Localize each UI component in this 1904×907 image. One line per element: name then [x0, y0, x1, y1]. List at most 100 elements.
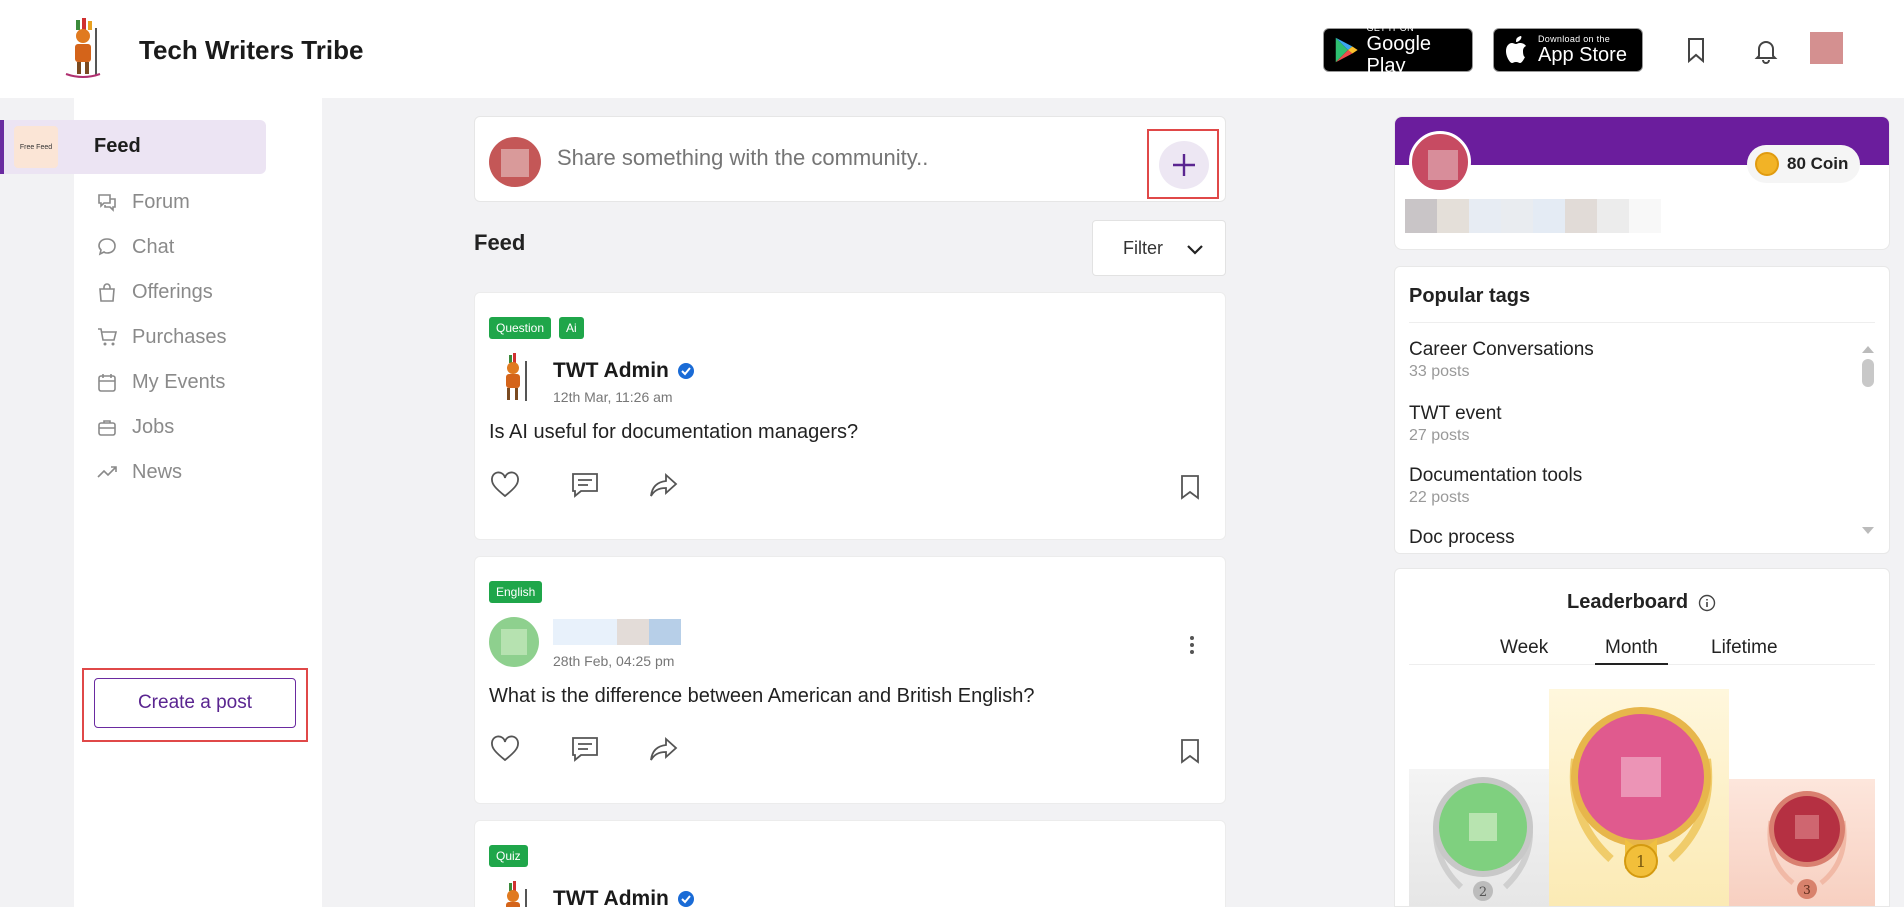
coin-count: 80 Coin: [1787, 154, 1849, 173]
tag-name: Career Conversations: [1409, 339, 1594, 360]
post-text[interactable]: Is AI useful for documentation managers?: [489, 421, 858, 444]
coin-badge[interactable]: 80 Coin: [1747, 145, 1861, 183]
sidebar-item-label: Offerings: [132, 280, 213, 303]
post-author[interactable]: TWT Admin: [553, 359, 695, 383]
share-input[interactable]: [557, 145, 1117, 171]
scrollbar-thumb[interactable]: [1862, 359, 1874, 387]
add-post-highlight: [1147, 129, 1219, 199]
filter-dropdown[interactable]: Filter: [1092, 220, 1226, 276]
chevron-down-icon: [1187, 245, 1203, 255]
popular-tags-title: Popular tags: [1409, 285, 1531, 307]
tag-name: Documentation tools: [1409, 465, 1583, 486]
sidebar-item-purchases[interactable]: Purchases: [96, 322, 227, 352]
popular-tag-item[interactable]: TWT event 27 posts: [1409, 403, 1502, 445]
post-author[interactable]: TWT Admin: [553, 887, 695, 907]
sidebar-item-forum[interactable]: Forum: [96, 187, 190, 217]
sidebar-item-label: News: [132, 460, 183, 483]
post-tags: Quiz: [489, 845, 536, 867]
sidebar-item-feed[interactable]: Free Feed Feed: [0, 120, 266, 174]
filter-label: Filter: [1123, 237, 1163, 258]
coin-icon: [1755, 152, 1779, 176]
bell-icon[interactable]: [1751, 35, 1781, 65]
third-place-medal[interactable]: 3: [1757, 781, 1857, 907]
cart-icon: [98, 328, 118, 346]
app-store-small: Download on the: [1538, 34, 1611, 44]
bag-icon: [99, 283, 115, 302]
popular-tag-item[interactable]: Doc process: [1409, 527, 1515, 549]
admin-avatar[interactable]: [489, 881, 539, 907]
brand-name[interactable]: Tech Writers Tribe: [139, 35, 363, 66]
comment-icon[interactable]: [569, 733, 601, 765]
info-icon[interactable]: [1698, 594, 1716, 612]
tag-badge[interactable]: Ai: [559, 317, 584, 339]
sidebar-item-my-events[interactable]: My Events: [96, 367, 225, 397]
sidebar-item-label: Chat: [132, 235, 175, 258]
tribe-logo-icon[interactable]: [62, 18, 104, 80]
feed-post[interactable]: Quiz TWT Admin: [474, 820, 1226, 907]
top-header: Tech Writers Tribe GET IT ON Google Play…: [0, 0, 1904, 98]
sidebar-item-label: Forum: [132, 190, 190, 213]
sidebar-item-offerings[interactable]: Offerings: [96, 277, 213, 307]
sidebar-item-jobs[interactable]: Jobs: [96, 412, 174, 442]
rank-number: 3: [1803, 883, 1811, 897]
sidebar-item-chat[interactable]: Chat: [96, 232, 174, 262]
tab-lifetime[interactable]: Lifetime: [1711, 637, 1778, 659]
scroll-down-icon[interactable]: [1860, 525, 1876, 537]
post-tags: English: [489, 581, 550, 603]
scroll-up-icon[interactable]: [1860, 343, 1876, 355]
sidebar-item-news[interactable]: News: [96, 457, 182, 487]
share-icon[interactable]: [648, 733, 680, 765]
feed-post[interactable]: English 28th Feb, 04:25 pm What is the d…: [474, 556, 1226, 804]
create-post-highlight: Create a post: [82, 668, 308, 742]
post-date: 12th Mar, 11:26 am: [553, 389, 673, 405]
add-post-button[interactable]: [1159, 141, 1209, 189]
admin-avatar[interactable]: [489, 353, 539, 403]
popular-tag-item[interactable]: Documentation tools 22 posts: [1409, 465, 1582, 507]
tab-week[interactable]: Week: [1500, 637, 1548, 659]
tag-count: 22 posts: [1409, 489, 1470, 506]
app-store-button[interactable]: Download on the App Store: [1493, 28, 1643, 72]
tag-badge[interactable]: Question: [489, 317, 552, 339]
tab-month[interactable]: Month: [1595, 637, 1668, 665]
more-options-icon[interactable]: [1189, 635, 1195, 655]
user-avatar[interactable]: [489, 617, 539, 667]
profile-avatar[interactable]: [1409, 131, 1471, 193]
popular-tag-item[interactable]: Career Conversations 33 posts: [1409, 339, 1594, 381]
first-place-medal[interactable]: 1: [1561, 699, 1721, 899]
bookmark-icon[interactable]: [1177, 473, 1203, 501]
leaderboard-title: Leaderboard: [1567, 591, 1716, 614]
popular-tags-card: Popular tags Career Conversations 33 pos…: [1394, 266, 1890, 554]
post-author[interactable]: [553, 619, 681, 645]
like-icon[interactable]: [489, 469, 521, 501]
feed-thumbnail: Free Feed: [14, 126, 58, 168]
google-play-button[interactable]: GET IT ON Google Play: [1323, 23, 1473, 77]
user-avatar[interactable]: [1810, 32, 1843, 64]
post-text[interactable]: What is the difference between American …: [489, 685, 1035, 708]
google-play-big: Google Play: [1366, 33, 1432, 77]
app-store-big: App Store: [1538, 44, 1627, 66]
second-place-medal[interactable]: 2: [1421, 769, 1545, 907]
feed-post[interactable]: Question Ai TWT Admin 12th Mar, 11:26 am …: [474, 292, 1226, 540]
tag-name: TWT event: [1409, 403, 1502, 424]
share-icon[interactable]: [648, 469, 680, 501]
bookmark-icon[interactable]: [1681, 35, 1711, 65]
apple-icon: [1506, 36, 1526, 63]
author-name: TWT Admin: [553, 359, 669, 382]
comment-icon[interactable]: [569, 469, 601, 501]
calendar-icon: [98, 374, 116, 392]
tag-badge[interactable]: Quiz: [489, 845, 528, 867]
sidebar-item-label: My Events: [132, 370, 226, 393]
chat-icon: [98, 238, 116, 256]
tag-badge[interactable]: English: [489, 581, 543, 603]
post-date: 28th Feb, 04:25 pm: [553, 653, 675, 669]
create-post-button[interactable]: Create a post: [94, 678, 296, 728]
leaderboard-title-text: Leaderboard: [1567, 591, 1689, 613]
like-icon[interactable]: [489, 733, 521, 765]
google-play-small: GET IT ON: [1366, 23, 1414, 33]
trend-icon: [97, 466, 117, 478]
forum-icon: [98, 194, 116, 212]
redacted-profile-name: [1405, 199, 1661, 233]
plus-icon: [1173, 154, 1195, 176]
bookmark-icon[interactable]: [1177, 737, 1203, 765]
sidebar-item-label: Jobs: [132, 415, 175, 438]
